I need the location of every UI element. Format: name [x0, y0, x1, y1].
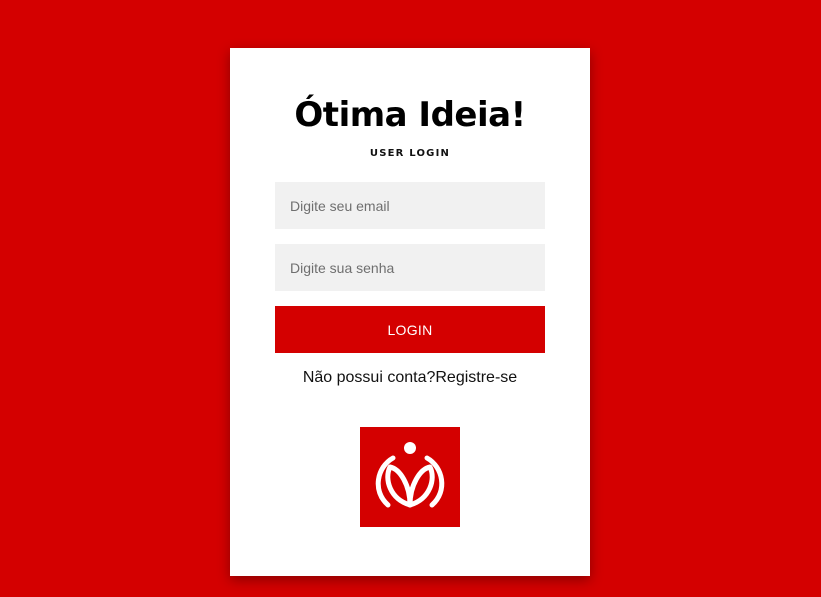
logo-graphic — [375, 442, 445, 508]
login-button[interactable]: LOGIN — [275, 306, 545, 353]
register-link[interactable]: Registre-se — [435, 369, 517, 386]
email-field[interactable] — [275, 182, 545, 229]
user-login-subtitle: USER LOGIN — [369, 148, 451, 159]
otima-ideia-logo-icon — [360, 427, 460, 527]
login-card: Ótima Ideia! USER LOGIN LOGIN Não possui… — [230, 48, 590, 576]
register-prompt: Não possui conta? — [302, 369, 436, 386]
password-field[interactable] — [275, 244, 545, 291]
register-row: Não possui conta?Registre-se — [230, 369, 590, 387]
brand-title: Ótima Ideia! — [294, 95, 526, 135]
